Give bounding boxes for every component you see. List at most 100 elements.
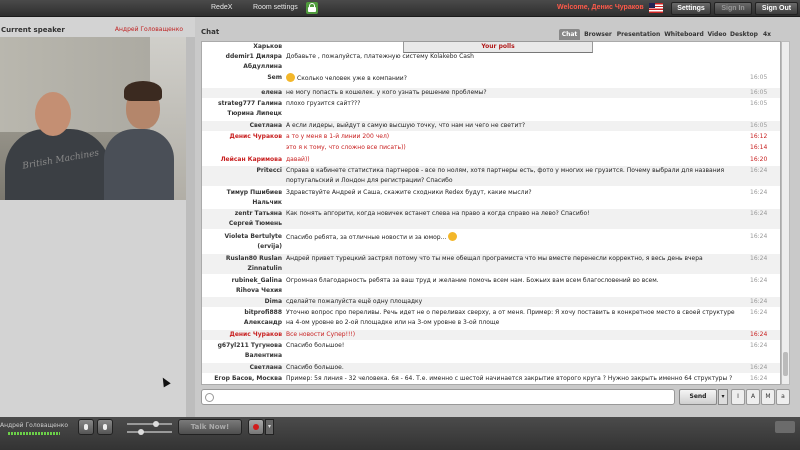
message-author: g67yl211 Тугунова <box>217 342 282 349</box>
chat-message: (ervija) <box>202 242 780 252</box>
chat-message: Pritecci Справа в кабинете статистика па… <box>202 166 780 186</box>
message-time: 16:14 <box>750 144 768 151</box>
top-bar: RedeX Room settings Welcome, Денис Чурак… <box>0 0 800 17</box>
send-button[interactable]: Send <box>679 389 717 405</box>
message-time: 16:24 <box>750 233 768 240</box>
chat-message: Светлана А если лидеры, выйдут в самую в… <box>202 121 780 131</box>
message-text: а то у меня в 1-й линии 200 чел) <box>286 133 390 140</box>
chat-input[interactable] <box>201 389 675 405</box>
tab-browser[interactable]: Browser <box>583 29 613 40</box>
message-time: 16:20 <box>750 156 768 163</box>
tab-chat[interactable]: Chat <box>559 29 580 40</box>
message-author: Тюрина Липецк <box>227 110 282 117</box>
message-author: Александр <box>243 319 282 326</box>
mic-slider[interactable] <box>127 429 172 435</box>
message-author: Нальчик <box>252 199 282 206</box>
welcome-text: Welcome, Денис Чураков <box>557 4 644 11</box>
message-author: Лейсан Каримова <box>220 156 282 163</box>
tab-video[interactable]: Video <box>707 29 727 40</box>
chat-message: Денис Чураков Все новости Супер!!!) 16:2… <box>202 330 780 340</box>
message-author: Сергей Тюмень <box>228 220 282 227</box>
message-text: Пример: 5я линия - 32 человека. 6я - 64.… <box>286 375 733 382</box>
pencil-icon <box>205 393 214 402</box>
chat-message: Тимур Пшибиев Здравствуйте Андрей и Саша… <box>202 188 780 198</box>
message-text: Спасибо большое! <box>286 342 345 349</box>
lock-icon[interactable] <box>306 2 318 14</box>
bold-format-icon[interactable]: I <box>731 389 745 405</box>
current-speaker-name: Андрей Головащенко <box>114 26 183 33</box>
chat-message: Светлана Спасибо большое. 16:24 <box>202 363 780 373</box>
message-time: 16:24 <box>750 255 768 262</box>
message-time: 16:24 <box>750 342 768 349</box>
chat-message: Лейсан Каримова давай)) 16:20 <box>202 155 780 165</box>
message-time: 16:05 <box>750 122 768 129</box>
tab-whiteboard[interactable]: Whiteboard <box>664 29 704 40</box>
chat-message: strateg777 Галина плохо грузится сайт???… <box>202 99 780 109</box>
message-text: Спасибо большое. <box>286 364 344 371</box>
chat-message: Rihova Чехия <box>202 286 780 296</box>
app-name: RedeX <box>211 4 233 11</box>
chat-scrollbar[interactable] <box>781 41 790 385</box>
microphone-button[interactable] <box>78 419 94 435</box>
message-author: Харьков <box>253 43 282 50</box>
chat-message: Егор Басов, Москва Пример: 5я линия - 32… <box>202 374 780 384</box>
mic-slider-knob[interactable] <box>138 429 144 435</box>
chat-message: Валентина <box>202 351 780 361</box>
bottom-toolbar: Андрей Головащенко Talk Now! ▾ <box>0 417 800 450</box>
message-author: Тимур Пшибиев <box>226 189 282 196</box>
message-author: Светлана <box>249 122 282 129</box>
chat-message: Dima сделайте пожалуйста ещё одну площад… <box>202 297 780 307</box>
message-author: Violeta Bertulyte <box>224 233 283 240</box>
chat-message: Нальчик <box>202 198 780 208</box>
left-scrollbar[interactable] <box>186 37 195 417</box>
message-author: Егор Басов, Москва <box>214 375 282 382</box>
sign-out-button[interactable]: Sign Out <box>755 2 798 15</box>
record-button[interactable] <box>248 419 264 435</box>
message-text: Как понять апгорити, когда новичек встан… <box>286 210 590 217</box>
message-text: давай)) <box>286 156 310 163</box>
message-text: Добавьте , пожалуйста, платежную систему… <box>286 53 474 60</box>
message-text: Все новости Супер!!!) <box>286 331 356 338</box>
chat-message: Абдуллина <box>202 62 780 72</box>
message-text-content: Спасибо ребята, за отличные новости и за… <box>286 234 447 241</box>
chat-message: ddemir1 Диляра Добавьте , пожалуйста, пл… <box>202 52 780 62</box>
message-author: Rihova Чехия <box>236 287 282 294</box>
webcam-button[interactable] <box>97 419 113 435</box>
record-options-dropdown[interactable]: ▾ <box>265 419 274 435</box>
chat-message: это я к тому, что сложно все писать)) 16… <box>202 143 780 153</box>
message-time: 16:24 <box>750 210 768 217</box>
message-text: не могу попасть в кошелек. у кого узнать… <box>286 89 487 96</box>
font-format-icon[interactable]: M <box>761 389 775 405</box>
chat-scrollbar-thumb[interactable] <box>783 352 788 376</box>
volume-slider[interactable] <box>127 421 172 427</box>
corner-control[interactable] <box>775 421 795 433</box>
message-time: 16:24 <box>750 277 768 284</box>
chat-title: Chat <box>201 28 220 36</box>
chat-message: rubinek_Galina Огромная благодарность ре… <box>202 276 780 286</box>
message-author: strateg777 Галина <box>218 100 282 107</box>
room-settings-link[interactable]: Room settings <box>253 4 298 11</box>
audio-level-meter <box>8 432 60 435</box>
chat-message: g67yl211 Тугунова Спасибо большое! 16:24 <box>202 341 780 351</box>
message-text: сделайте пожалуйста ещё одну площадку <box>286 298 423 305</box>
message-text: это я к тому, что сложно все писать)) <box>286 144 406 151</box>
tab-presentation[interactable]: Presentation <box>616 29 661 40</box>
send-options-dropdown[interactable]: ▾ <box>718 389 728 405</box>
color-format-icon[interactable]: a <box>776 389 790 405</box>
settings-button[interactable]: Settings <box>671 2 711 15</box>
message-time: 16:24 <box>750 298 768 305</box>
message-author: Dima <box>264 298 282 305</box>
sign-in-button[interactable]: Sign In <box>714 2 752 15</box>
tab-4x[interactable]: 4x <box>761 29 773 40</box>
talk-now-button[interactable]: Talk Now! <box>178 419 242 435</box>
us-flag-icon[interactable] <box>649 3 663 13</box>
message-text: плохо грузится сайт??? <box>286 100 361 107</box>
speaker-video: British Machines <box>0 37 186 200</box>
message-text: А если лидеры, выйдут в самую высшую точ… <box>286 122 526 129</box>
volume-slider-knob[interactable] <box>153 421 159 427</box>
chat-message: Zinnatulin <box>202 264 780 274</box>
italic-format-icon[interactable]: A <box>746 389 760 405</box>
tab-desktop[interactable]: Desktop <box>730 29 758 40</box>
chat-log[interactable]: Харьков ddemir1 Диляра Добавьте , пожалу… <box>201 41 781 385</box>
your-polls-tab[interactable]: Your polls <box>403 41 593 53</box>
